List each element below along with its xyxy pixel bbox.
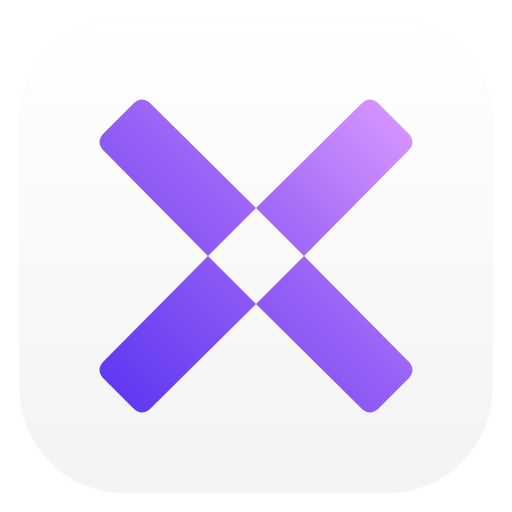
x-arm-top-left [99, 99, 256, 256]
icon-canvas [0, 0, 512, 512]
x-arm-bottom-left [99, 256, 256, 413]
x-arm-top-right [256, 99, 413, 256]
x-logo-icon [99, 99, 413, 413]
x-arm-bottom-right [256, 256, 413, 413]
